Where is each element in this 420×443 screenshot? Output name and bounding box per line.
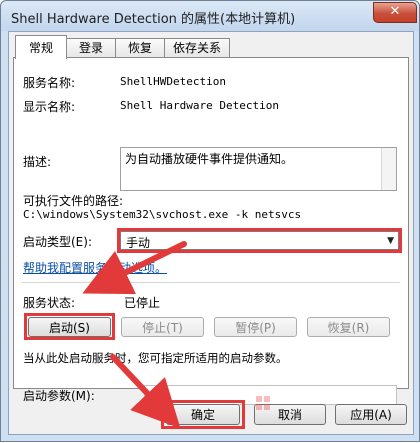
properties-window: Shell Hardware Detection 的属性(本地计算机) ✕ 常规… bbox=[0, 0, 420, 442]
annotation-arrows bbox=[82, 241, 187, 429]
tab-general[interactable]: 常规 bbox=[15, 35, 67, 59]
arrow-to-start-button bbox=[82, 241, 187, 295]
arrow-to-ok-button bbox=[110, 354, 181, 429]
